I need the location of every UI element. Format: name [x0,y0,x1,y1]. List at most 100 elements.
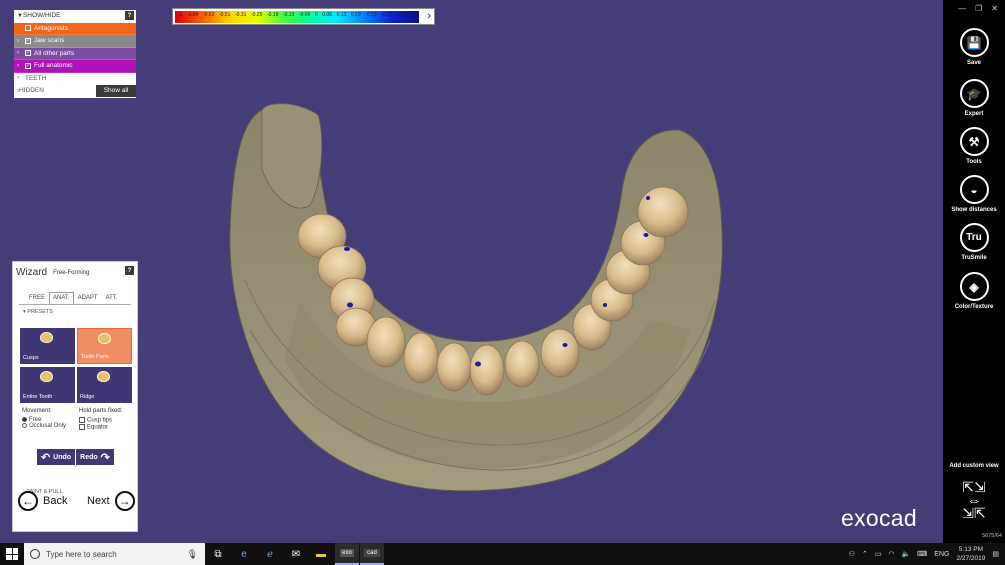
next-label: Next [87,495,110,507]
ie-icon[interactable]: ℯ [258,543,282,565]
view-direction-arrows-icon[interactable]: ⇱⇲ ⇔ ⇲⇱ [957,480,991,520]
windows-start-icon[interactable] [6,548,18,560]
tab-adapt[interactable]: ADAPT [74,292,102,304]
preset-entire-tooth[interactable]: Entire Tooth [20,367,75,403]
checkbox-icon [79,423,85,430]
tab-free[interactable]: FREE [25,292,49,304]
radio-icon [22,423,27,429]
colorbar-tick: 0.19 [350,12,361,18]
colorbar-tick: 0 [413,12,416,18]
expert-button[interactable]: 🎓 Expert [943,79,1005,117]
windows-taskbar: Type here to search 🎙 ⧉ e ℯ ✉ ▬ exo cad … [0,543,1005,565]
microphone-icon[interactable]: 🎙 [187,549,198,560]
trusmile-label: TruSmile [961,255,987,261]
save-button[interactable]: 💾 Save [943,28,1005,66]
wizard-help-button[interactable]: ? [125,266,134,275]
undo-button[interactable]: ↶ Undo [37,449,75,465]
show-all-button[interactable]: Show all [96,85,136,97]
taskbar-app-exo[interactable]: exo [335,543,359,565]
add-custom-view-button[interactable]: Add custom view [943,463,1005,469]
hold-cusp-tips-checkbox[interactable]: Cusp tips [79,417,122,424]
hidden-section[interactable]: ›HIDDEN Show all [14,85,136,98]
chevron-right-icon[interactable]: › [17,38,25,44]
tooth-icon [40,371,53,382]
teeth-section[interactable]: › TEETH [14,72,136,85]
preset-ridge[interactable]: Ridge [77,367,132,403]
next-button[interactable]: Next → [87,491,135,511]
cad-app-label: cad [364,549,380,557]
layer-jaw-scans[interactable]: › ✓ Jaw scans [14,35,136,48]
redo-button[interactable]: Redo ↷ [76,449,114,465]
volume-icon[interactable]: 🔈 [901,550,910,558]
layer-label: Jaw scans [34,37,65,45]
language-indicator[interactable]: ENG [934,551,949,558]
colorbar-tick: 0.13 [336,12,347,18]
chevron-up-icon[interactable]: ⌃ [862,550,868,558]
preset-tooth-parts[interactable]: Tooth Parts [77,328,132,364]
clock[interactable]: 5:13 PM 2/27/2019 [956,545,985,563]
preset-cusps[interactable]: Cusps [20,328,75,364]
wizard-panel: Wizard Free-Forming ? FREE ANAT. ADAPT A… [12,261,138,532]
back-button[interactable]: ← Back [18,491,67,511]
movement-occlusal-radio[interactable]: Occlusal Only [22,423,66,429]
preset-label: Ridge [80,394,95,400]
trusmile-button[interactable]: Tru TruSmile [943,223,1005,261]
tab-anat[interactable]: ANAT. [49,292,74,304]
hold-equator-checkbox[interactable]: Equator [79,423,122,430]
preset-label: Entire Tooth [23,394,53,400]
exo-app-label: exo [340,549,354,557]
colorbar-tick: -0.19 [266,12,279,18]
jaw-model[interactable] [0,0,943,543]
show-hide-header[interactable]: ▼SHOW/HIDE ? [14,10,136,23]
people-icon[interactable]: ⚇ [849,550,855,558]
edge-icon[interactable]: e [232,543,256,565]
task-view-icon[interactable]: ⧉ [206,543,230,565]
hidden-label: HIDDEN [19,87,44,95]
layer-checkbox[interactable]: ✓ [25,50,31,57]
movement-group: Movement: Free Occlusal Only [22,408,66,429]
redo-label: Redo [80,453,98,461]
deviation-colorbar[interactable]: -1 -0.84 -0.63 -0.51 -0.31 -0.25 -0.19 -… [172,8,435,25]
layer-antagonists[interactable]: Antagonists [14,22,136,35]
3d-viewport[interactable]: -1 -0.84 -0.63 -0.51 -0.31 -0.25 -0.19 -… [0,0,943,543]
colorbar-tick: -0.51 [219,12,231,18]
taskbar-app-cad[interactable]: cad [360,543,384,565]
presets-header[interactable]: ▾ PRESETS [23,309,131,315]
colorbar-tick: -0.13 [282,12,295,18]
help-button[interactable]: ? [125,11,134,21]
radio-icon [22,417,27,422]
layer-full-anatomic[interactable]: › ✓ Full anatomic [14,60,136,73]
colorbar-tick: 0.06 [322,12,332,18]
movement-label: Movement: [22,408,52,414]
file-explorer-icon[interactable]: ▬ [309,543,333,565]
layer-checkbox[interactable] [25,25,31,32]
layer-checkbox[interactable]: ✓ [25,62,31,69]
restore-icon[interactable]: ❐ [975,4,982,13]
tab-att[interactable]: ATT. [102,292,122,304]
colorbar-expand-icon[interactable]: › [427,10,431,22]
back-label: Back [43,495,68,507]
colorbar-tick: -0.19 [365,12,377,18]
keyboard-icon[interactable]: ⌨ [917,550,927,558]
show-distances-button[interactable]: ◒ Show distances [943,175,1005,213]
taskbar-search[interactable]: Type here to search 🎙 [24,543,205,565]
close-icon[interactable]: ✕ [991,4,998,13]
layer-label: Antagonists [34,24,68,32]
wizard-body: ▾ PRESETS Cusps Tooth Parts Entire Tooth… [19,304,132,504]
chevron-right-icon[interactable]: › [17,63,25,69]
chevron-right-icon[interactable]: › [17,50,25,56]
tools-button[interactable]: ⚒ Tools [943,127,1005,165]
system-tray: ⚇ ⌃ ▭ ◠ 🔈 ⌨ ENG 5:13 PM 2/27/2019 ▤ [849,543,1005,565]
layer-checkbox[interactable]: ✓ [25,37,31,44]
layer-all-other-parts[interactable]: › ✓ All other parts [14,47,136,60]
wifi-icon[interactable]: ◠ [888,550,894,558]
tools-label: Tools [966,159,982,165]
network-icon[interactable]: ▭ [875,550,882,558]
minimize-icon[interactable]: — [958,4,966,13]
color-texture-button[interactable]: ◈ Color/Texture [943,272,1005,310]
colorbar-tick: -0.84 [187,12,199,18]
colorbar-ticks: -1 -0.84 -0.63 -0.51 -0.31 -0.25 -0.19 -… [175,12,419,22]
notification-icon[interactable]: ▤ [992,550,999,558]
palette-icon: ◈ [959,272,989,301]
mail-icon[interactable]: ✉ [284,543,308,565]
